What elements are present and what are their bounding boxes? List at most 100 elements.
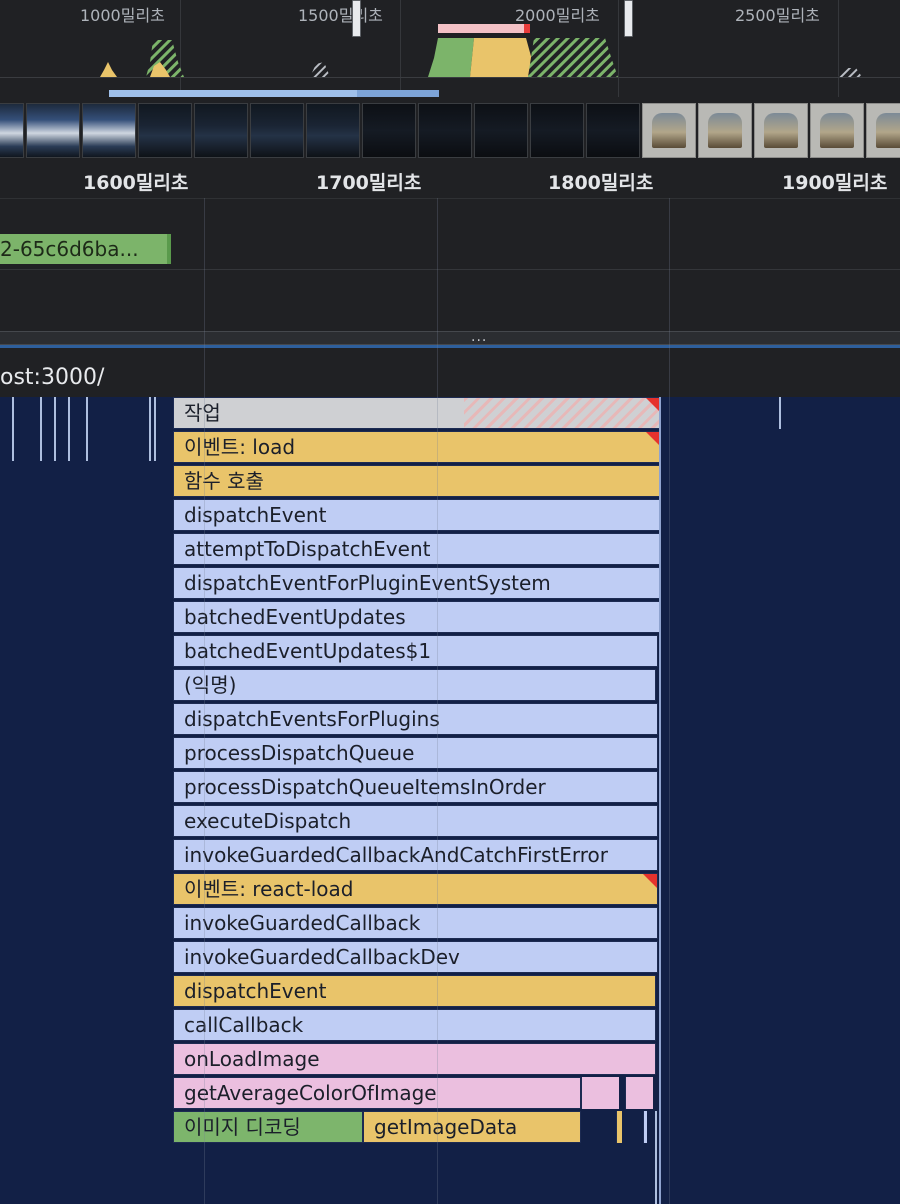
flame-slice[interactable]	[68, 397, 70, 461]
flame-row-label: invokeGuardedCallbackAndCatchFirstError	[184, 843, 608, 867]
flame-row-label: 이미지 디코딩	[184, 1115, 301, 1139]
ruler-tick-label: 1600밀리초	[83, 172, 189, 194]
flame-slice[interactable]	[625, 1077, 653, 1109]
flame-slice[interactable]	[54, 397, 56, 461]
flame-row-label: dispatchEventForPluginEventSystem	[184, 571, 551, 595]
flame-row-label: attemptToDispatchEvent	[184, 537, 431, 561]
selection-start-handle[interactable]	[352, 0, 361, 37]
flame-slice[interactable]	[581, 1077, 619, 1109]
flame-slice[interactable]	[659, 397, 661, 1204]
overview-long-task-bar	[438, 24, 530, 33]
main-thread-title: ost:3000/	[0, 365, 105, 390]
flame-row-label: 이벤트: react-load	[184, 877, 354, 901]
flame-row-label: 작업	[184, 401, 221, 425]
warning-marker-icon	[646, 398, 660, 412]
flame-row-label: invokeGuardedCallback	[184, 911, 421, 935]
flame-row-label: 함수 호출	[184, 469, 264, 493]
screenshot-frame[interactable]	[642, 103, 696, 158]
flame-row[interactable]: dispatchEvent	[173, 975, 656, 1007]
flame-row[interactable]: invokeGuardedCallbackDev	[173, 941, 658, 973]
flame-row[interactable]: invokeGuardedCallbackAndCatchFirstError	[173, 839, 658, 871]
screenshot-frame[interactable]	[138, 103, 192, 158]
time-ruler: 1600밀리초 1700밀리초 1800밀리초 1900밀리초	[0, 164, 900, 198]
network-request-label: 2-65c6d6ba...	[0, 237, 139, 261]
flame-row-label: invokeGuardedCallbackDev	[184, 945, 460, 969]
flame-row[interactable]: batchedEventUpdates$1	[173, 635, 658, 667]
network-request-bar[interactable]: 2-65c6d6ba...	[0, 234, 171, 264]
resize-grip-icon[interactable]: ...	[471, 330, 487, 344]
flame-row[interactable]: executeDispatch	[173, 805, 658, 837]
flame-row-label: processDispatchQueue	[184, 741, 415, 765]
warning-marker-icon	[643, 874, 657, 888]
flame-row-label: 이벤트: load	[184, 435, 296, 459]
screenshot-frame[interactable]	[362, 103, 416, 158]
flame-slice[interactable]	[655, 1111, 657, 1204]
flame-slice[interactable]	[643, 1111, 647, 1143]
flame-row-event-load[interactable]: 이벤트: load	[173, 431, 661, 463]
flame-row[interactable]: (익명)	[173, 669, 656, 701]
flame-row-label: processDispatchQueueItemsInOrder	[184, 775, 546, 799]
ruler-tick-label: 1900밀리초	[782, 172, 888, 194]
main-thread-header[interactable]: ost:3000/	[0, 348, 900, 397]
screenshot-frame[interactable]	[26, 103, 80, 158]
screenshot-frame[interactable]	[82, 103, 136, 158]
flame-slice[interactable]	[779, 397, 781, 429]
flame-row-label: dispatchEvent	[184, 979, 327, 1003]
flame-slice[interactable]	[154, 397, 156, 461]
timeline-overview[interactable]: 1000밀리초 1500밀리초 2000밀리초 2500밀리초	[0, 0, 900, 97]
screenshot-frame[interactable]	[866, 103, 900, 158]
overview-baseline	[0, 77, 900, 78]
flame-row-onloadimage[interactable]: onLoadImage	[173, 1043, 656, 1075]
flame-row-event-react-load[interactable]: 이벤트: react-load	[173, 873, 658, 905]
flame-row-getimagedata[interactable]: getImageData	[363, 1111, 581, 1143]
screenshot-frame[interactable]	[250, 103, 304, 158]
flame-row-label: batchedEventUpdates	[184, 605, 406, 629]
long-task-hatch	[464, 398, 660, 428]
flame-row[interactable]: dispatchEventForPluginEventSystem	[173, 567, 661, 599]
flame-row[interactable]: dispatchEventsForPlugins	[173, 703, 658, 735]
screenshot-frame[interactable]	[306, 103, 360, 158]
overview-long-task-marker	[524, 24, 530, 33]
network-request-tail	[167, 234, 171, 264]
flame-slice[interactable]	[86, 397, 88, 461]
flame-row-function-call[interactable]: 함수 호출	[173, 465, 661, 497]
warning-marker-icon	[646, 432, 660, 446]
screenshot-frame[interactable]	[418, 103, 472, 158]
flame-row-task[interactable]: 작업	[173, 397, 661, 429]
screenshot-frame[interactable]	[754, 103, 808, 158]
track-row-separator	[0, 269, 900, 270]
flame-row-label: executeDispatch	[184, 809, 352, 833]
panel-resize-divider[interactable]: ...	[0, 330, 900, 345]
flame-chart[interactable]: 작업 이벤트: load 함수 호출 dispatchEvent attempt…	[0, 397, 900, 1204]
selection-end-handle[interactable]	[624, 0, 633, 37]
flame-slice[interactable]	[616, 1111, 622, 1143]
flame-slice[interactable]	[12, 397, 14, 461]
screenshot-frame[interactable]	[194, 103, 248, 158]
overview-network-bar-selected	[357, 90, 439, 97]
screenshot-frame[interactable]	[474, 103, 528, 158]
screenshot-frame[interactable]	[0, 103, 24, 158]
screenshot-frame[interactable]	[530, 103, 584, 158]
screenshot-frame[interactable]	[698, 103, 752, 158]
flame-slice[interactable]	[40, 397, 42, 461]
flame-row-getaveragecolor[interactable]: getAverageColorOfImage	[173, 1077, 581, 1109]
flame-slice[interactable]	[149, 397, 151, 461]
flame-row[interactable]: invokeGuardedCallback	[173, 907, 658, 939]
flame-row-image-decode[interactable]: 이미지 디코딩	[173, 1111, 363, 1143]
network-track[interactable]: 2-65c6d6ba...	[0, 198, 900, 331]
flame-row-label: dispatchEventsForPlugins	[184, 707, 440, 731]
flame-row-label: callCallback	[184, 1013, 304, 1037]
gridline	[669, 198, 670, 1204]
ruler-tick-label: 1800밀리초	[548, 172, 654, 194]
flame-row-label: dispatchEvent	[184, 503, 327, 527]
flame-row-label: getImageData	[374, 1115, 518, 1139]
screenshot-filmstrip[interactable]	[0, 97, 900, 164]
flame-row[interactable]: processDispatchQueueItemsInOrder	[173, 771, 658, 803]
flame-row[interactable]: batchedEventUpdates	[173, 601, 661, 633]
flame-row[interactable]: dispatchEvent	[173, 499, 661, 531]
flame-row[interactable]: processDispatchQueue	[173, 737, 658, 769]
screenshot-frame[interactable]	[586, 103, 640, 158]
screenshot-frame[interactable]	[810, 103, 864, 158]
flame-row[interactable]: callCallback	[173, 1009, 656, 1041]
flame-row[interactable]: attemptToDispatchEvent	[173, 533, 661, 565]
